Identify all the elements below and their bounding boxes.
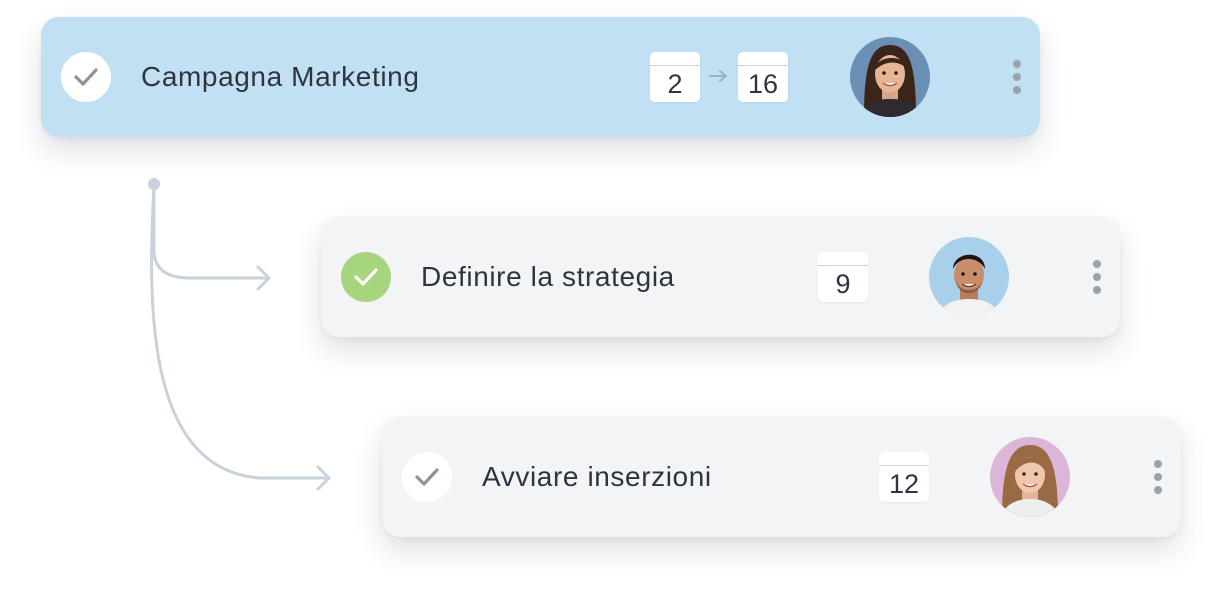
due-date-badge[interactable]: 12 [879,452,929,502]
connector-line-2 [150,182,330,480]
man-dark-hair-avatar [929,237,1009,317]
assignee-avatar[interactable] [850,37,930,117]
more-vertical-icon [1154,460,1162,468]
task-card-subtask[interactable]: Avviare inserzioni 12 [382,417,1181,537]
check-icon [354,268,378,286]
more-menu-button[interactable] [1007,57,1027,97]
task-card-parent[interactable]: Campagna Marketing 2 16 [41,17,1040,137]
due-day: 9 [835,269,851,299]
woman-blonde-hair-avatar [990,437,1070,517]
end-day: 16 [747,69,779,99]
more-vertical-icon [1093,260,1101,268]
calendar-icon [738,65,788,66]
task-title[interactable]: Definire la strategia [421,217,675,337]
arrow-right-icon [709,70,727,82]
more-dot [1154,473,1162,481]
task-title[interactable]: Avviare inserzioni [482,417,712,537]
more-menu-button[interactable] [1148,457,1168,497]
assignee-avatar[interactable] [929,237,1009,317]
assignee-avatar[interactable] [990,437,1070,517]
more-dot [1093,286,1101,294]
due-day: 12 [888,469,920,499]
connector-line-1 [152,182,270,280]
more-dot [1093,273,1101,281]
check-icon [415,468,439,486]
due-date-badge[interactable]: 9 [818,252,868,302]
calendar-icon [818,265,868,266]
more-dot [1013,73,1021,81]
complete-toggle[interactable] [341,252,391,302]
more-dot [1013,86,1021,94]
complete-toggle[interactable] [61,52,111,102]
calendar-icon [650,65,700,66]
task-card-subtask[interactable]: Definire la strategia 9 [321,217,1120,337]
calendar-icon [879,465,929,466]
more-menu-button[interactable] [1087,257,1107,297]
start-day: 2 [667,69,683,99]
more-dot [1154,486,1162,494]
end-date-badge[interactable]: 16 [738,52,788,102]
woman-dark-hair-avatar [850,37,930,117]
task-title[interactable]: Campagna Marketing [141,17,420,137]
check-icon [74,68,98,86]
more-vertical-icon [1013,60,1021,68]
complete-toggle[interactable] [402,452,452,502]
start-date-badge[interactable]: 2 [650,52,700,102]
